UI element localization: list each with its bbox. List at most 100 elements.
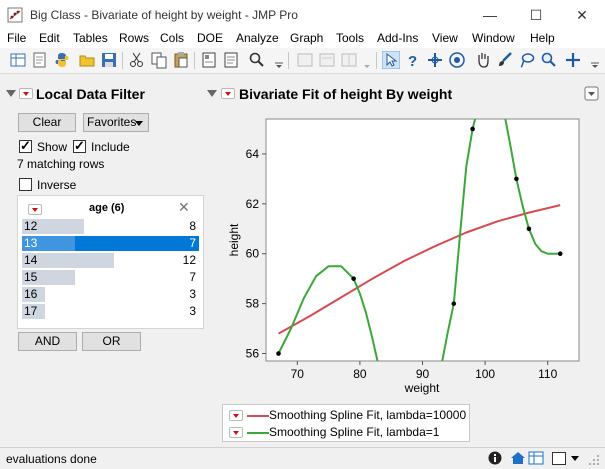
toolbar-separator [376, 52, 377, 69]
menu-doe[interactable]: DOE [197, 31, 223, 45]
dropdown-arrow-icon[interactable] [270, 51, 288, 69]
bivariate-chart: 70 80 90 100 110 56 58 60 62 64 weight height [227, 118, 580, 395]
maximize-button[interactable]: ☐ [513, 0, 559, 30]
home-icon[interactable] [510, 451, 526, 465]
favorites-dropdown[interactable]: Favorites [83, 113, 149, 132]
window-list-box[interactable] [552, 452, 566, 465]
age-row-14[interactable]: 14 12 [22, 253, 199, 268]
journal-icon[interactable] [200, 51, 218, 69]
close-button[interactable]: ✕ [559, 0, 605, 30]
search-icon[interactable] [248, 51, 266, 69]
resize-grip-icon[interactable] [588, 454, 600, 466]
and-button[interactable]: AND [18, 332, 77, 351]
help-question-icon[interactable]: ? [404, 51, 422, 69]
crosshairs-plus-icon[interactable] [564, 51, 582, 69]
open-icon[interactable] [78, 51, 96, 69]
paste-icon[interactable] [172, 51, 190, 69]
list-disabled-icon [319, 53, 335, 67]
report-options-icon[interactable] [584, 86, 599, 101]
legend-red-triangle-menu-1[interactable] [229, 410, 243, 421]
data-point[interactable] [351, 276, 356, 281]
age-row-15[interactable]: 15 7 [22, 270, 199, 285]
menu-graph[interactable]: Graph [290, 31, 323, 45]
cut-icon[interactable] [128, 51, 146, 69]
menu-cols[interactable]: Cols [160, 31, 184, 45]
data-point[interactable] [514, 176, 519, 182]
x-tick-label: 80 [353, 367, 367, 381]
toolbar-overflow-icon[interactable] [586, 51, 604, 69]
clear-button[interactable]: Clear [18, 113, 76, 132]
menu-tables[interactable]: Tables [73, 31, 108, 45]
age-row-13[interactable]: 13 7 [22, 236, 199, 251]
data-point[interactable] [276, 351, 281, 356]
title-bar: Big Class - Bivariate of height by weigh… [0, 0, 605, 30]
menu-bar: File Edit Tables Rows Cols DOE Analyze G… [0, 30, 605, 48]
brush-icon[interactable] [496, 51, 514, 69]
age-row-label: 14 [24, 253, 38, 267]
menu-rows[interactable]: Rows [119, 31, 149, 45]
age-row-16[interactable]: 16 3 [22, 287, 199, 302]
plot-area [265, 118, 580, 362]
or-button[interactable]: OR [82, 332, 141, 351]
age-row-count: 3 [189, 304, 196, 318]
data-point[interactable] [451, 301, 457, 306]
data-point[interactable] [526, 226, 532, 232]
age-filter-panel: age (6) ✕ 12 8 13 7 14 12 15 7 16 3 17 3 [17, 195, 204, 329]
table-disabled-icon [297, 53, 313, 67]
copy-icon[interactable] [150, 51, 168, 69]
filter-red-triangle-menu[interactable] [19, 88, 33, 99]
dropdown-arrow-icon [364, 65, 370, 68]
filter-header: Local Data Filter [36, 86, 145, 102]
legend-red-triangle-menu-2[interactable] [229, 427, 243, 438]
menu-window[interactable]: Window [472, 31, 515, 45]
info-icon[interactable] [488, 451, 502, 465]
menu-tools[interactable]: Tools [336, 31, 364, 45]
collapse-disclosure-icon[interactable] [207, 90, 217, 97]
age-row-17[interactable]: 17 3 [22, 304, 199, 319]
toolbar-separator [288, 52, 289, 69]
menu-help[interactable]: Help [530, 31, 555, 45]
x-tick-label: 90 [416, 367, 430, 381]
age-red-triangle-menu[interactable] [28, 204, 42, 215]
collapse-disclosure-icon[interactable] [6, 90, 16, 97]
include-checkbox[interactable] [73, 138, 86, 154]
menu-addins[interactable]: Add-Ins [377, 31, 418, 45]
data-point[interactable] [557, 251, 563, 257]
age-column-title: age (6) [89, 202, 125, 214]
jmp-app-icon [7, 7, 23, 23]
zoom-magnifier-icon[interactable] [540, 51, 558, 69]
menu-analyze[interactable]: Analyze [236, 31, 279, 45]
y-tick-label: 64 [246, 147, 260, 161]
y-tick-label: 56 [246, 347, 260, 361]
age-row-12[interactable]: 12 8 [22, 219, 199, 234]
menu-view[interactable]: View [432, 31, 458, 45]
arrow-pointer-icon[interactable] [382, 51, 400, 69]
legend: Smoothing Spline Fit, lambda=10000 Smoot… [222, 404, 470, 442]
grid-disabled-icon [341, 53, 357, 67]
legend-label-1: Smoothing Spline Fit, lambda=10000 [269, 408, 467, 422]
data-point[interactable] [470, 126, 475, 132]
save-icon[interactable] [100, 51, 118, 69]
python-icon[interactable] [53, 51, 71, 69]
report-red-triangle-menu[interactable] [221, 88, 235, 99]
new-data-table-icon[interactable] [9, 51, 27, 69]
legend-label-2: Smoothing Spline Fit, lambda=1 [269, 425, 440, 439]
age-row-count: 7 [189, 236, 196, 250]
inverse-checkbox[interactable] [19, 178, 32, 191]
data-table-icon[interactable] [528, 451, 544, 465]
target-icon[interactable] [448, 51, 466, 69]
hand-grabber-icon[interactable] [474, 51, 492, 69]
crosshair-icon[interactable] [426, 51, 444, 69]
menu-edit[interactable]: Edit [39, 31, 60, 45]
minimize-button[interactable]: — [467, 0, 513, 30]
status-text: evaluations done [6, 452, 97, 466]
status-bar: evaluations done [0, 447, 605, 469]
lasso-icon[interactable] [518, 51, 536, 69]
close-icon[interactable]: ✕ [178, 199, 190, 216]
new-script-icon[interactable] [31, 51, 49, 69]
menu-file[interactable]: File [7, 31, 26, 45]
chevron-down-icon[interactable] [571, 456, 579, 461]
x-tick-label: 100 [475, 367, 495, 381]
text-icon[interactable] [222, 51, 240, 69]
show-checkbox[interactable] [19, 138, 32, 154]
